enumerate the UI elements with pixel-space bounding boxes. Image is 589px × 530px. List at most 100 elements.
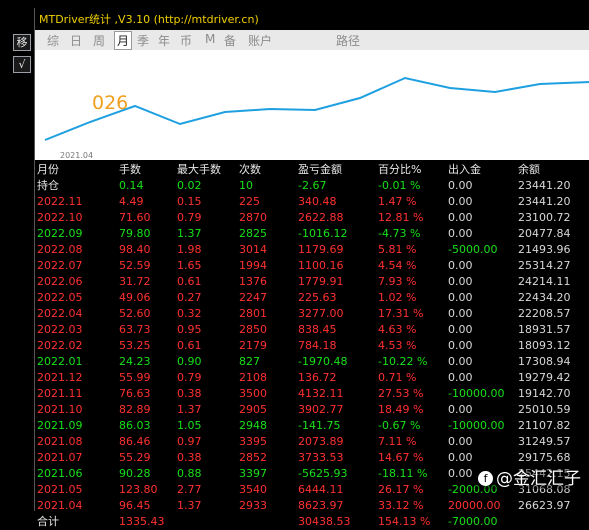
cell-7: 25314.27: [518, 259, 571, 272]
table-row: 2021.09 86.03 1.05 2948 -141.75 -0.67 % -10000…: [35, 418, 589, 434]
cell-4: 136.72: [298, 371, 337, 384]
table-row: 2021.08 86.46 0.97 3395 2073.89 7.11 % 0.00 312…: [35, 434, 589, 450]
tab-day[interactable]: 日: [70, 32, 82, 49]
move-button[interactable]: 移: [13, 34, 31, 51]
cell-5: 27.53 %: [378, 387, 424, 400]
cell-1: 53.25: [119, 339, 151, 352]
cell-4: 8623.97: [298, 499, 344, 512]
tab-note[interactable]: 备: [224, 32, 236, 49]
cell-5: 4.53 %: [378, 339, 417, 352]
cell-4: 3733.53: [298, 451, 344, 464]
cell-3: 2179: [239, 339, 267, 352]
cell-0: 2021.06: [37, 467, 83, 480]
cell-6: -7000.00: [448, 515, 498, 528]
table-row: 2022.09 79.80 1.37 2825 -1016.12 -4.73 % 0.00 2…: [35, 226, 589, 242]
cell-1: 55.29: [119, 451, 151, 464]
cell-7: 19279.42: [518, 371, 571, 384]
cell-4: 1179.69: [298, 243, 344, 256]
tab-account[interactable]: 账户: [248, 32, 272, 49]
cell-2: 1.37: [177, 499, 202, 512]
cell-3: 2108: [239, 371, 267, 384]
table-row: 2022.03 63.73 0.95 2850 838.45 4.63 % 0.00 1893…: [35, 322, 589, 338]
cell-3: 2933: [239, 499, 267, 512]
cell-7: 余额: [518, 163, 540, 176]
cell-2: 0.90: [177, 355, 202, 368]
tab-m[interactable]: M: [205, 32, 215, 46]
cell-5: 17.31 %: [378, 307, 424, 320]
tab-week[interactable]: 周: [93, 32, 105, 49]
check-button[interactable]: √: [13, 56, 31, 73]
cell-6: 0.00: [448, 211, 473, 224]
cell-2: 0.95: [177, 323, 202, 336]
cell-0: 2022.07: [37, 259, 83, 272]
cell-7: 21107.82: [518, 419, 571, 432]
left-toolbar: 移 √: [0, 0, 34, 511]
cell-1: 79.80: [119, 227, 151, 240]
table-row: 2021.11 76.63 0.38 3500 4132.11 27.53 % -10000…: [35, 386, 589, 402]
cell-0: 2021.04: [37, 499, 83, 512]
window-title: MTDriver统计 ,V3.10 (http://mtdriver.cn): [39, 13, 259, 26]
cell-4: 2622.88: [298, 211, 344, 224]
cell-3: 3395: [239, 435, 267, 448]
cell-0: 2022.10: [37, 211, 83, 224]
cell-5: 4.63 %: [378, 323, 417, 336]
cell-1: 76.63: [119, 387, 151, 400]
cell-5: 18.49 %: [378, 403, 424, 416]
cell-5: 4.54 %: [378, 259, 417, 272]
cell-6: 0.00: [448, 227, 473, 240]
cell-0: 2022.01: [37, 355, 83, 368]
cell-4: 225.63: [298, 291, 337, 304]
chart-start-date: 2021.04: [60, 151, 94, 160]
cell-0: 2021.07: [37, 451, 83, 464]
tab-year[interactable]: 年: [158, 32, 170, 49]
cell-6: 0.00: [448, 259, 473, 272]
table-row: 2022.07 52.59 1.65 1994 1100.16 4.54 % 0.00 253…: [35, 258, 589, 274]
monthly-table: 月份 手数 最大手数 次数 盈亏金额 百分比% 出入金 余额 持仓 0.14 0.02 10 -2.67…: [35, 160, 589, 528]
watermark-logo-icon: f: [478, 471, 493, 486]
cell-5: 26.17 %: [378, 483, 424, 496]
cell-2: 1.37: [177, 227, 202, 240]
cell-1: 24.23: [119, 355, 151, 368]
cell-5: 33.12 %: [378, 499, 424, 512]
cell-4: 盈亏金额: [298, 163, 342, 176]
tab-month[interactable]: 月: [114, 31, 133, 50]
tab-currency[interactable]: 币: [180, 32, 192, 49]
cell-4: 30438.53: [298, 515, 351, 528]
cell-3: 827: [239, 355, 260, 368]
table-row: 2022.10 71.60 0.79 2870 2622.88 12.81 % 0.00 23…: [35, 210, 589, 226]
cell-5: 1.47 %: [378, 195, 417, 208]
cell-3: 2801: [239, 307, 267, 320]
table-row: 2022.04 52.60 0.32 2801 3277.00 17.31 % 0.00 22…: [35, 306, 589, 322]
cell-0: 2022.08: [37, 243, 83, 256]
cell-3: 2948: [239, 419, 267, 432]
cell-5: 1.02 %: [378, 291, 417, 304]
stats-panel: MTDriver统计 ,V3.10 (http://mtdriver.cn) 综…: [34, 8, 589, 528]
tab-path[interactable]: 路径: [336, 32, 360, 49]
holding-row: 持仓 0.14 0.02 10 -2.67 -0.01 % 0.00 23441.20: [35, 178, 589, 194]
cell-4: 838.45: [298, 323, 337, 336]
table-row: 2022.02 53.25 0.61 2179 784.18 4.53 % 0.00 1809…: [35, 338, 589, 354]
cell-7: 18931.57: [518, 323, 571, 336]
tab-quarter[interactable]: 季: [137, 32, 149, 49]
cell-2: 1.05: [177, 419, 202, 432]
tab-overview[interactable]: 综: [47, 32, 59, 49]
cell-1: 82.89: [119, 403, 151, 416]
cell-7: 18093.12: [518, 339, 571, 352]
cell-5: 12.81 %: [378, 211, 424, 224]
cell-7: 26623.97: [518, 499, 571, 512]
cell-2: 1.37: [177, 403, 202, 416]
cell-2: 0.32: [177, 307, 202, 320]
cell-6: -10000.00: [448, 387, 505, 400]
table-row: 2021.10 82.89 1.37 2905 3902.77 18.49 % 0.00 25…: [35, 402, 589, 418]
cell-3: 2870: [239, 211, 267, 224]
cell-1: 71.60: [119, 211, 151, 224]
cell-2: 0.27: [177, 291, 202, 304]
cell-6: 0.00: [448, 339, 473, 352]
cell-0: 2021.11: [37, 387, 83, 400]
total-row: 合计 1335.43 30438.53 154.13 % -7000.00: [35, 514, 589, 530]
cell-1: 49.06: [119, 291, 151, 304]
cell-1: 63.73: [119, 323, 151, 336]
cell-1: 98.40: [119, 243, 151, 256]
cell-1: 0.14: [119, 179, 144, 192]
table-header: 月份 手数 最大手数 次数 盈亏金额 百分比% 出入金 余额: [35, 162, 589, 178]
